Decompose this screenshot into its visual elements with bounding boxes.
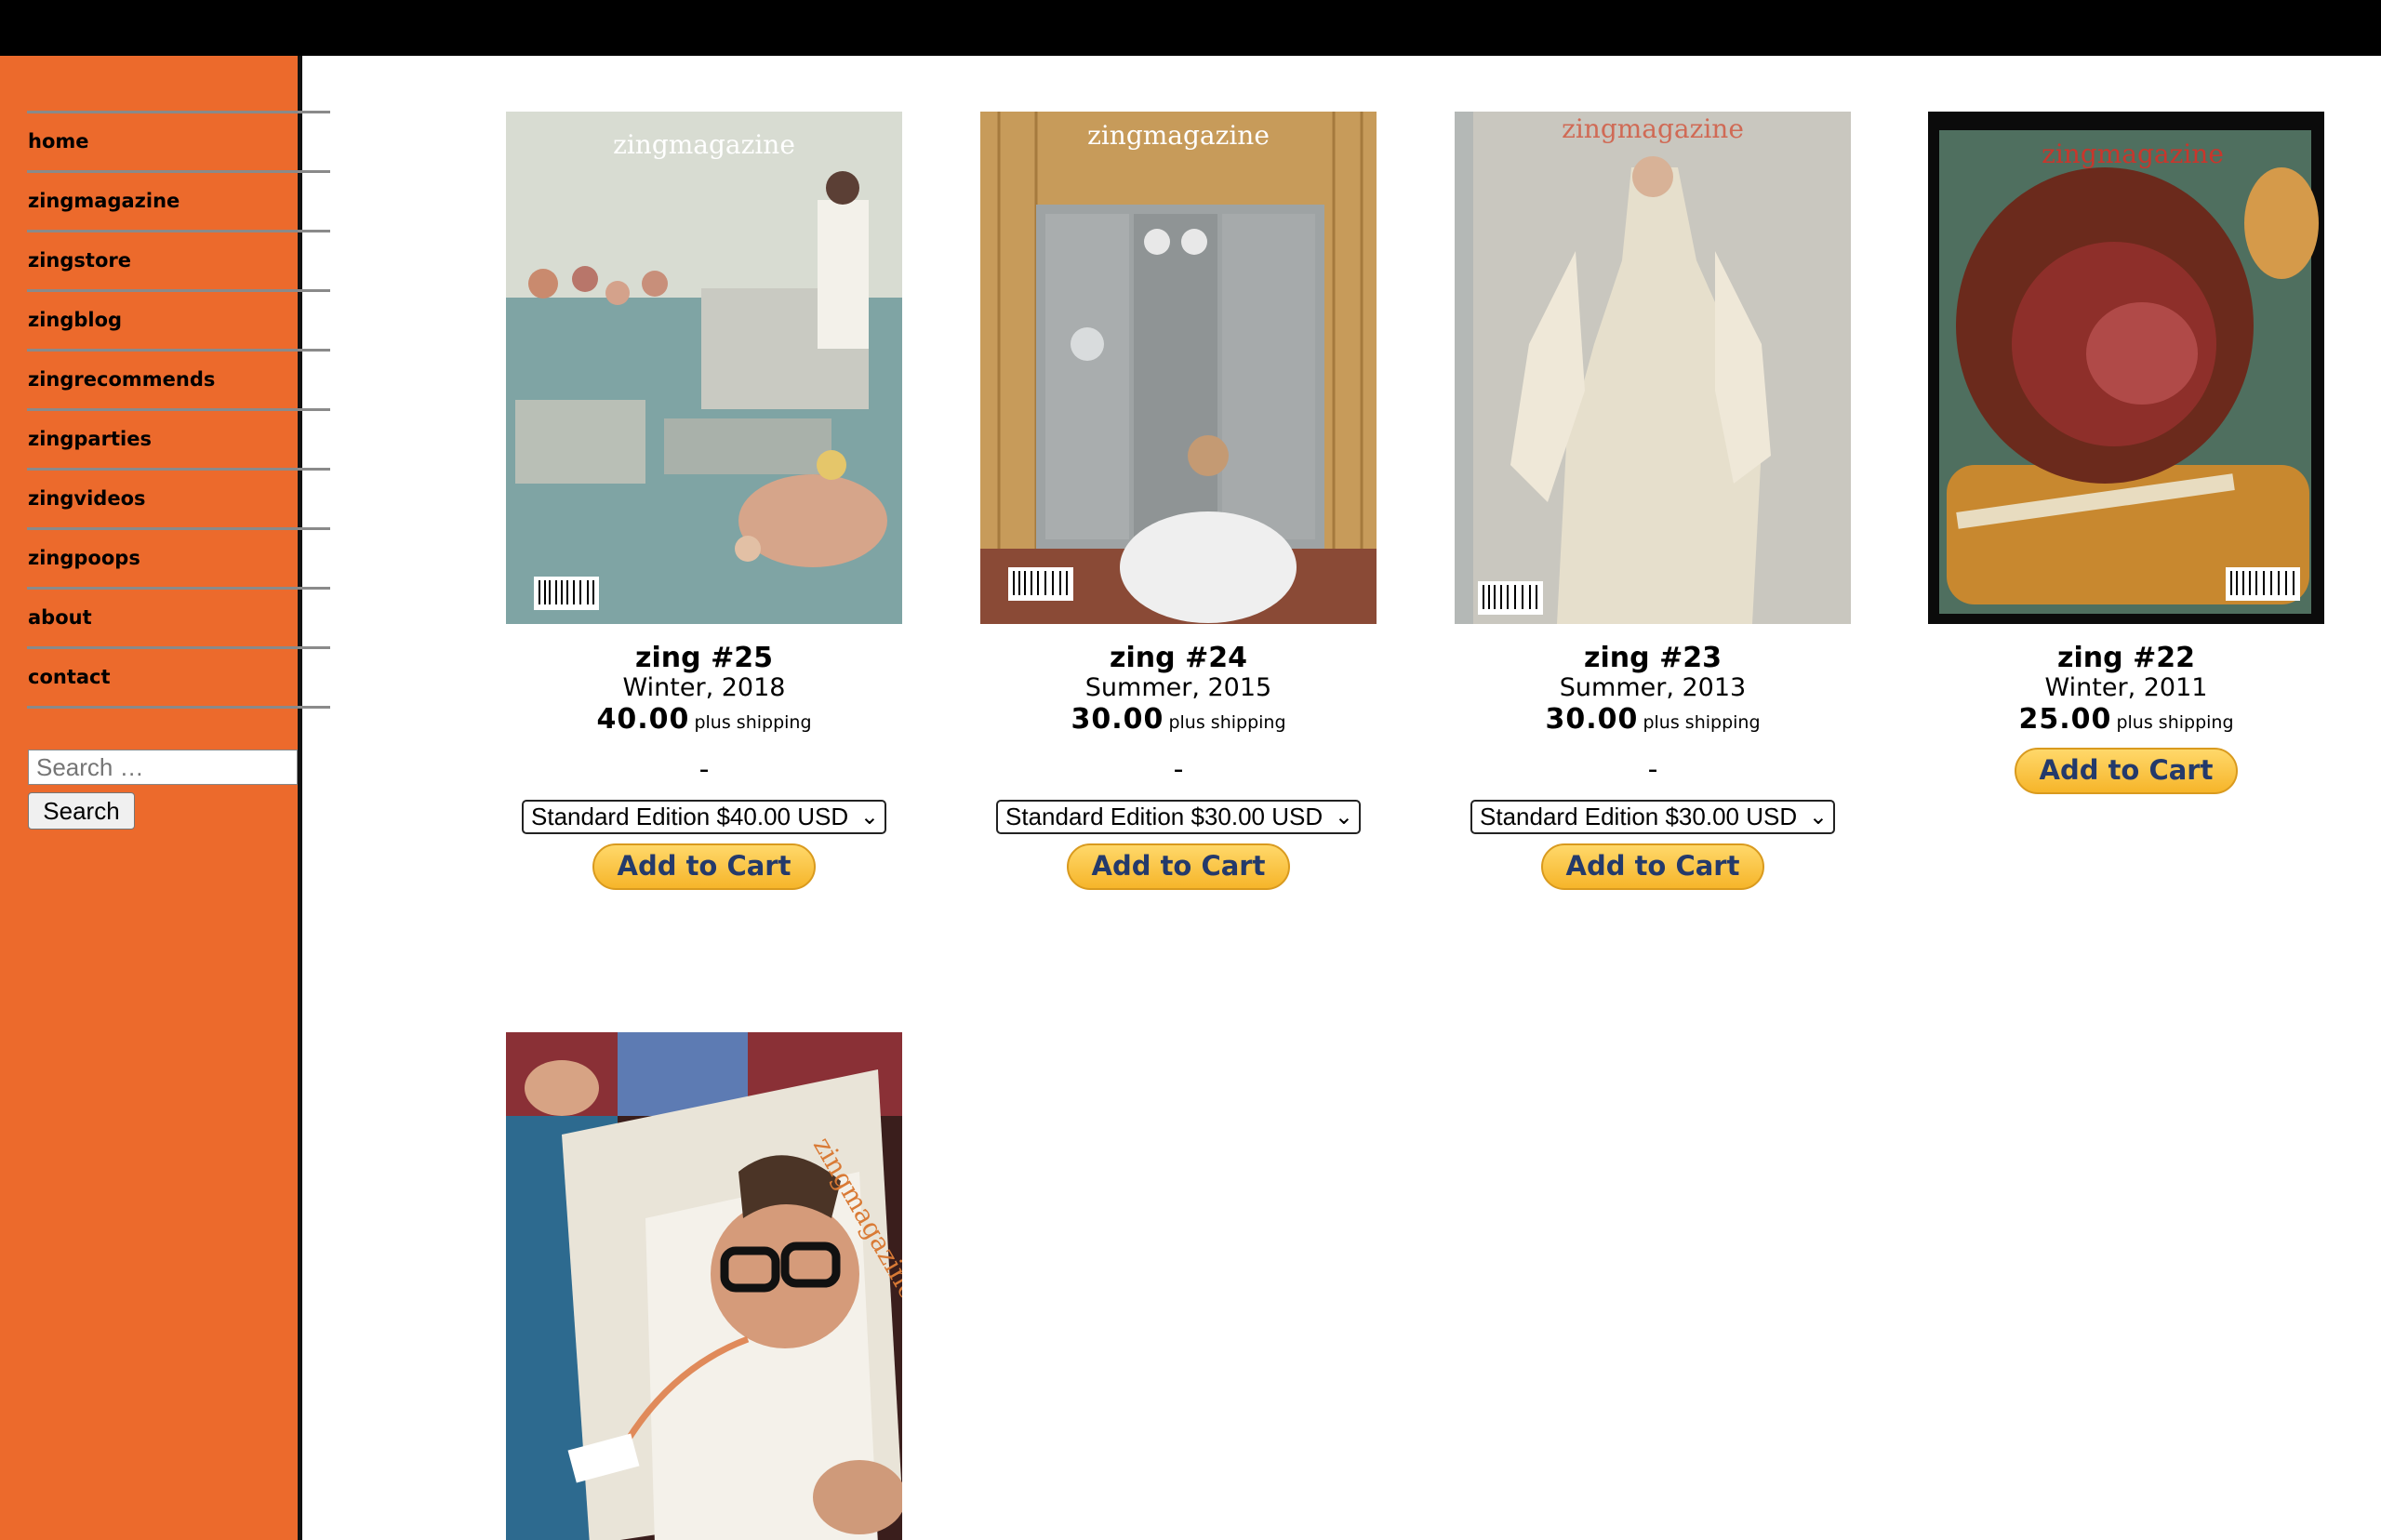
sidebar: home zingmagazine zingstore zingblog zin… xyxy=(0,56,330,1540)
top-bar xyxy=(0,0,2381,56)
cover-image[interactable]: zingmagazine xyxy=(1928,112,2324,624)
add-to-cart-button[interactable]: Add to Cart xyxy=(2015,748,2238,794)
cover-brand: zingmagazine xyxy=(1562,113,1744,144)
nav-zingparties-link[interactable]: zingparties xyxy=(28,409,152,469)
product-card: zingmagazine zing #22 Winter, 2011 25.00… xyxy=(1928,112,2324,800)
option-label: - xyxy=(698,753,710,786)
product-price: 30.00 plus shipping xyxy=(1455,703,1851,736)
product-card: zingmagazine zing #24 Summer, 2015 30.00… xyxy=(980,112,1377,893)
add-to-cart-button[interactable]: Add to Cart xyxy=(592,843,816,890)
product-card: zingmagazine zing #23 Summer, 2013 30.00… xyxy=(1455,112,1851,893)
search-input[interactable] xyxy=(28,750,298,785)
edition-select[interactable]: Standard Edition $40.00 USD ⌄ xyxy=(522,800,886,834)
price-amount: 30.00 xyxy=(1071,703,1164,736)
cover-image[interactable]: zingmagazine xyxy=(980,112,1377,624)
option-label: - xyxy=(1173,753,1184,786)
nav-about-link[interactable]: about xyxy=(28,588,92,647)
price-amount: 25.00 xyxy=(2018,703,2112,736)
product-price: 40.00 plus shipping xyxy=(506,703,902,736)
edition-select[interactable]: Standard Edition $30.00 USD ⌄ xyxy=(996,800,1361,834)
shipping-note: plus shipping xyxy=(1168,712,1286,733)
product-title: zing #23 xyxy=(1584,642,1722,674)
product-title: zing #25 xyxy=(635,642,773,674)
product-card: zingmagazine zing #25 Winter, 2018 40.00… xyxy=(506,112,902,893)
nav-zingvideos-link[interactable]: zingvideos xyxy=(28,469,146,528)
nav-contact-link[interactable]: contact xyxy=(28,647,111,707)
price-amount: 30.00 xyxy=(1545,703,1639,736)
nav-divider xyxy=(27,706,330,709)
product-card: zingmagazine xyxy=(506,1032,902,1540)
cover-image[interactable]: zingmagazine xyxy=(1455,112,1851,624)
edition-select-value: Standard Edition $30.00 USD xyxy=(1480,803,1798,830)
cover-brand: zingmagazine xyxy=(1087,120,1270,151)
product-title: zing #24 xyxy=(1110,642,1247,674)
product-title: zing #22 xyxy=(2057,642,2195,674)
product-season: Winter, 2011 xyxy=(2044,673,2208,702)
chevron-down-icon: ⌄ xyxy=(859,804,879,830)
add-to-cart-button[interactable]: Add to Cart xyxy=(1541,843,1764,890)
add-to-cart-button[interactable]: Add to Cart xyxy=(1067,843,1290,890)
chevron-down-icon: ⌄ xyxy=(1334,804,1353,830)
chevron-down-icon: ⌄ xyxy=(1808,804,1828,830)
product-season: Winter, 2018 xyxy=(622,673,786,702)
edition-select[interactable]: Standard Edition $30.00 USD ⌄ xyxy=(1470,800,1835,834)
nav-zingblog-link[interactable]: zingblog xyxy=(28,290,122,350)
product-price: 30.00 plus shipping xyxy=(980,703,1377,736)
shipping-note: plus shipping xyxy=(694,712,812,733)
edition-select-value: Standard Edition $30.00 USD xyxy=(1005,803,1324,830)
nav-home-link[interactable]: home xyxy=(28,112,89,171)
search-button[interactable]: Search xyxy=(28,792,135,830)
nav-zingrecommends-link[interactable]: zingrecommends xyxy=(28,350,215,409)
shipping-note: plus shipping xyxy=(1643,712,1761,733)
product-season: Summer, 2015 xyxy=(1084,673,1272,702)
product-price: 25.00 plus shipping xyxy=(1928,703,2324,736)
nav-zingpoops-link[interactable]: zingpoops xyxy=(28,528,140,588)
option-label: - xyxy=(1647,753,1658,786)
cover-brand: zingmagazine xyxy=(2042,139,2224,169)
shipping-note: plus shipping xyxy=(2116,712,2234,733)
cover-image[interactable]: zingmagazine xyxy=(506,112,902,624)
product-season: Summer, 2013 xyxy=(1559,673,1747,702)
price-amount: 40.00 xyxy=(596,703,690,736)
edition-select-value: Standard Edition $40.00 USD xyxy=(531,803,849,830)
nav-zingmagazine-link[interactable]: zingmagazine xyxy=(28,171,180,231)
nav-zingstore-link[interactable]: zingstore xyxy=(28,231,131,290)
cover-brand: zingmagazine xyxy=(613,129,795,160)
cover-image[interactable]: zingmagazine xyxy=(506,1032,902,1540)
